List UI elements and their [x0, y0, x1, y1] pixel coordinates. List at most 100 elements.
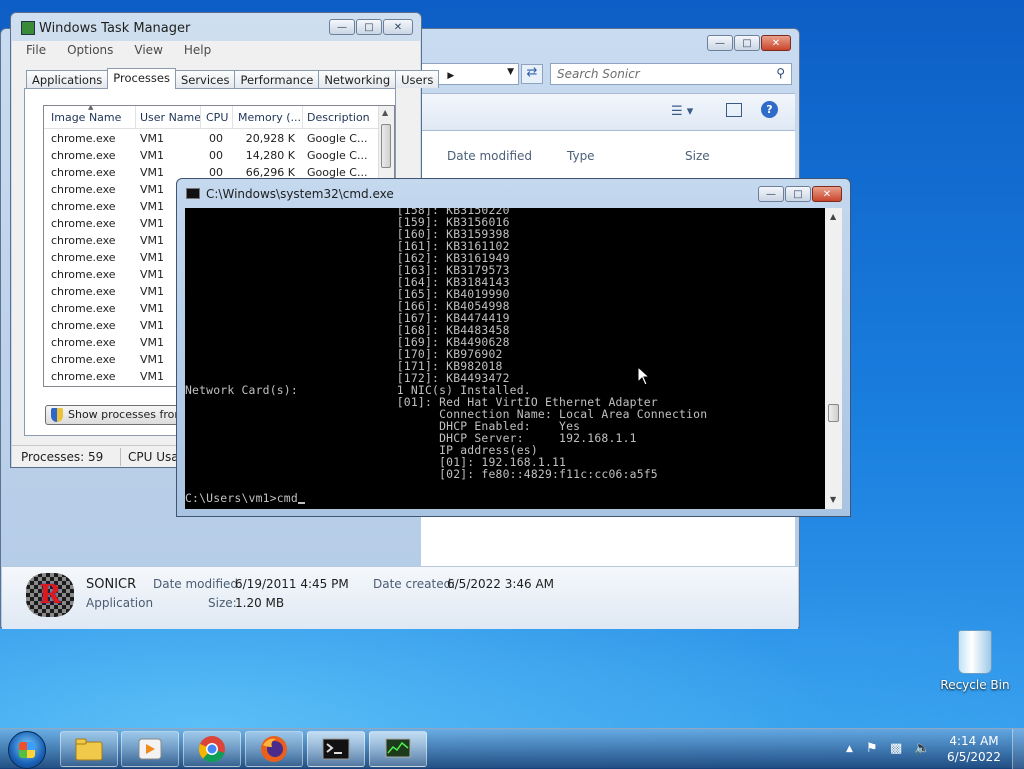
tab-performance[interactable]: Performance: [234, 70, 320, 88]
process-image: chrome.exe: [51, 217, 116, 230]
scroll-down-icon[interactable]: ▼: [830, 495, 836, 504]
column-cpu[interactable]: CPU: [206, 111, 228, 124]
process-user: VM1: [140, 370, 165, 383]
process-user: VM1: [140, 268, 165, 281]
column-date-modified[interactable]: Date modified: [447, 149, 532, 163]
column-size[interactable]: Size: [685, 149, 710, 163]
console-output[interactable]: [158]: KB3150220 [159]: KB3156016 [160]:…: [185, 208, 825, 509]
process-description: Google C...: [307, 132, 368, 145]
preview-pane-icon[interactable]: [726, 103, 742, 117]
menu-view[interactable]: View: [120, 41, 169, 61]
menu-options[interactable]: Options: [53, 41, 120, 61]
text-cursor: [297, 502, 305, 504]
close-button[interactable]: ✕: [812, 186, 842, 202]
console-scrollbar[interactable]: ▲ ▼: [825, 208, 842, 509]
date-created-label: Date created:: [373, 577, 456, 591]
menu-file[interactable]: File: [12, 41, 53, 61]
process-cpu: 00: [209, 132, 223, 145]
tab-users[interactable]: Users: [395, 70, 440, 88]
start-button[interactable]: [8, 731, 46, 769]
taskbar-cmd[interactable]: [307, 731, 365, 767]
scroll-thumb[interactable]: [828, 404, 839, 422]
action-center-icon[interactable]: ⚑: [866, 741, 878, 756]
tab-services[interactable]: Services: [174, 70, 236, 88]
taskbar: ▲ ⚑ ▩ 🔈 4:14 AM 6/5/2022: [0, 728, 1024, 769]
minimize-button[interactable]: —: [329, 19, 355, 35]
taskbar-firefox[interactable]: [245, 731, 303, 767]
system-clock[interactable]: 4:14 AM 6/5/2022: [944, 733, 1004, 765]
network-icon[interactable]: ▩: [890, 741, 902, 756]
maximize-button[interactable]: □: [734, 35, 760, 51]
refresh-icon[interactable]: ⇄: [521, 64, 543, 84]
taskbar-media-player[interactable]: [121, 731, 179, 767]
process-user: VM1: [140, 302, 165, 315]
process-image: chrome.exe: [51, 302, 116, 315]
process-image: chrome.exe: [51, 183, 116, 196]
process-image: chrome.exe: [51, 336, 116, 349]
taskbar-task-manager[interactable]: [369, 731, 427, 767]
process-image: chrome.exe: [51, 353, 116, 366]
recycle-bin-icon[interactable]: [958, 630, 992, 674]
date-modified-label: Date modified:: [153, 577, 243, 591]
tab-applications[interactable]: Applications: [26, 70, 109, 88]
views-icon[interactable]: ☰ ▾: [671, 104, 693, 119]
taskbar-explorer[interactable]: [60, 731, 118, 767]
process-user: VM1: [140, 234, 165, 247]
cmd-icon: [322, 738, 350, 760]
taskbar-chrome[interactable]: [183, 731, 241, 767]
tab-networking[interactable]: Networking: [318, 70, 397, 88]
table-row[interactable]: chrome.exe VM1 00 14,280 K Google C...: [44, 147, 380, 164]
minimize-button[interactable]: —: [707, 35, 733, 51]
clock-date: 6/5/2022: [947, 750, 1001, 764]
table-row[interactable]: chrome.exe VM1 00 20,928 K Google C...: [44, 130, 380, 147]
explorer-title-buttons: — □ ✕: [707, 35, 791, 51]
close-button[interactable]: ✕: [761, 35, 791, 51]
scroll-up-icon[interactable]: ▲: [382, 108, 388, 117]
media-player-icon: [138, 738, 162, 760]
column-type[interactable]: Type: [567, 149, 595, 163]
chrome-icon: [198, 736, 225, 763]
process-list-header: Image Name ▲ User Name CPU Memory (... D…: [44, 106, 380, 129]
maximize-button[interactable]: □: [785, 186, 811, 202]
search-icon[interactable]: ⚲: [776, 66, 785, 80]
process-image: chrome.exe: [51, 285, 116, 298]
show-desktop-button[interactable]: [1012, 729, 1024, 769]
show-hidden-icons-icon[interactable]: ▲: [846, 744, 853, 754]
windows-logo-icon: [19, 742, 35, 758]
console-text: [158]: KB3150220 [159]: KB3156016 [160]:…: [185, 208, 707, 504]
process-user: VM1: [140, 353, 165, 366]
column-image-name[interactable]: Image Name: [51, 111, 121, 124]
explorer-toolbar: ☰ ▾ ?: [421, 93, 795, 131]
file-name: SONICR: [86, 577, 137, 592]
menu-help[interactable]: Help: [170, 41, 218, 61]
volume-icon[interactable]: 🔈: [914, 741, 930, 756]
size-value: 1.20 MB: [235, 596, 285, 610]
column-user-name[interactable]: User Name: [140, 111, 201, 124]
process-image: chrome.exe: [51, 234, 116, 247]
process-user: VM1: [140, 336, 165, 349]
scroll-up-icon[interactable]: ▲: [830, 212, 836, 221]
close-button[interactable]: ✕: [383, 19, 413, 35]
minimize-button[interactable]: —: [758, 186, 784, 202]
firefox-icon: [261, 736, 287, 762]
recycle-bin[interactable]: Recycle Bin: [940, 630, 1010, 692]
process-cpu: 00: [209, 149, 223, 162]
address-dropdown-icon[interactable]: ▼: [507, 67, 514, 77]
date-modified-value: 6/19/2011 4:45 PM: [235, 577, 349, 591]
show-processes-all-users-button[interactable]: Show processes from a: [45, 405, 195, 425]
search-input[interactable]: Search Sonicr ⚲: [550, 63, 792, 85]
cmd-window[interactable]: C:\Windows\system32\cmd.exe — □ ✕ [158]:…: [176, 178, 851, 517]
process-description: Google C...: [307, 149, 368, 162]
menu-bar: File Options View Help: [12, 41, 420, 61]
scroll-thumb[interactable]: [381, 124, 391, 168]
status-processes: Processes: 59: [21, 450, 104, 464]
process-memory: 14,280 K: [245, 149, 295, 162]
process-user: VM1: [140, 183, 165, 196]
help-icon[interactable]: ?: [761, 101, 778, 118]
tab-processes[interactable]: Processes: [107, 68, 176, 89]
tab-strip: Applications Processes Services Performa…: [26, 68, 440, 89]
maximize-button[interactable]: □: [356, 19, 382, 35]
crumb-arrow-icon[interactable]: ▶: [447, 71, 454, 81]
column-memory[interactable]: Memory (...: [238, 111, 301, 124]
column-description[interactable]: Description: [307, 111, 370, 124]
